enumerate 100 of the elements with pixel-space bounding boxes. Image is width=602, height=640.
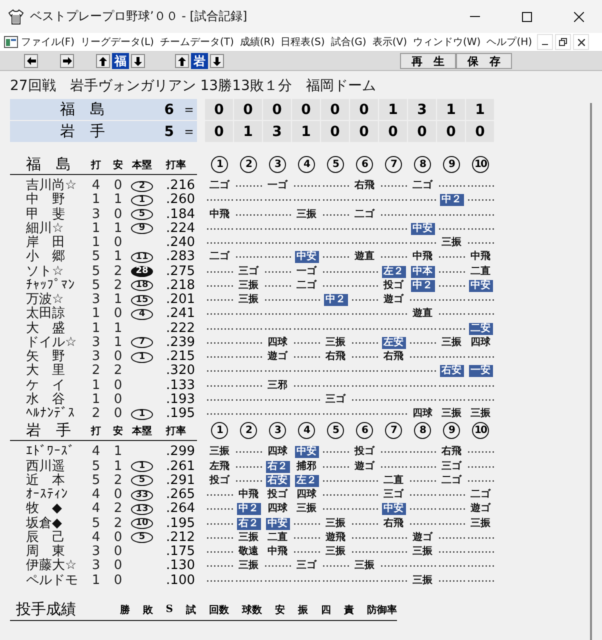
batting-average: .201 — [165, 293, 196, 308]
menu-item[interactable]: ウィンドウ(W) — [410, 33, 484, 51]
player-name[interactable]: 大 里 — [10, 364, 85, 378]
play-result: 三振 — [440, 336, 462, 349]
play-result: 四球 — [470, 336, 492, 349]
inning-score: 1 — [234, 121, 262, 142]
menu-item[interactable]: 日程表(S) — [278, 33, 328, 51]
menu-item[interactable]: リーグデータ(L) — [78, 33, 157, 51]
hits: 0 — [112, 378, 124, 393]
player-name[interactable]: 西川遥 — [10, 460, 85, 474]
at-bats: 4 — [90, 530, 102, 545]
player-name[interactable]: 岸 田 — [10, 236, 85, 250]
play-result: 三振 — [238, 560, 260, 572]
play-result: 二直 — [470, 266, 492, 278]
inning-number: 5 — [327, 156, 344, 173]
player-name[interactable]: 中 野 — [10, 193, 85, 208]
player-name[interactable]: 辰 己 — [10, 530, 85, 545]
column-header: 本塁 — [130, 424, 153, 438]
inning-score: 0 — [321, 121, 349, 142]
player-name[interactable]: 坂倉◆ — [10, 516, 85, 531]
player-name[interactable]: ｴﾄﾞﾜｰｽﾞ — [10, 445, 85, 460]
close-button[interactable] — [573, 34, 590, 50]
toolbar-button[interactable]: 再 生 — [400, 53, 456, 69]
column-header: S — [166, 604, 173, 616]
player-name[interactable]: ﾁｬｯﾌﾟﾏﾝ — [10, 278, 85, 293]
play-result: 右２ — [266, 460, 290, 473]
player-name[interactable]: 細川☆ — [10, 222, 85, 236]
player-name[interactable]: ドイル☆ — [10, 336, 85, 350]
play-result: 投ゴ — [266, 489, 289, 502]
at-bats: 2 — [90, 407, 102, 422]
batting-average: .260 — [165, 193, 196, 208]
player-name[interactable]: ｵｰｽﾃｨﾝ — [10, 488, 85, 502]
player-name[interactable]: 近 本 — [10, 474, 85, 488]
batting-average: .193 — [165, 392, 196, 407]
menu-item[interactable]: 成績(R) — [236, 33, 278, 51]
batting-average: .275 — [165, 264, 196, 279]
inning-number: 3 — [269, 422, 286, 440]
inning-score: 1 — [437, 99, 465, 120]
hits: 1 — [112, 193, 124, 208]
player-name[interactable]: 万波☆ — [10, 293, 85, 308]
column-header: 打率 — [164, 424, 187, 438]
player-name[interactable]: ケ イ — [10, 378, 85, 393]
batting-average: .195 — [165, 407, 196, 422]
player-name[interactable]: 大 盛 — [10, 322, 85, 336]
down-button[interactable] — [210, 54, 224, 68]
player-name[interactable]: 太田諒 — [10, 307, 85, 322]
previous-button[interactable] — [24, 54, 38, 68]
play-result: 投ゴ — [208, 474, 231, 487]
at-bats: 1 — [90, 307, 102, 322]
play-result: 三振 — [324, 518, 346, 530]
menu-item[interactable]: 表示(V) — [369, 33, 410, 51]
down-button[interactable] — [131, 54, 145, 68]
player-name[interactable]: 小 郷 — [10, 250, 85, 264]
at-bats: 5 — [90, 474, 102, 488]
next-button[interactable] — [60, 54, 74, 68]
inning-score: 0 — [321, 99, 349, 120]
play-result: 遊ゴ — [470, 503, 492, 516]
minimize-button[interactable] — [537, 34, 554, 50]
play-result: 左飛 — [208, 460, 230, 473]
menu-item[interactable]: ファイル(F) — [18, 33, 78, 51]
down-arrow-icon — [134, 56, 142, 66]
player-name[interactable]: 伊藤大☆ — [10, 559, 85, 574]
play-result: 遊飛 — [324, 532, 346, 544]
player-name[interactable]: 水 谷 — [10, 392, 85, 407]
team-button[interactable]: 福 — [112, 53, 129, 69]
window-title: ベストプレープロ野球’００ - [試合記録] — [30, 8, 248, 25]
play-result: 中飛 — [412, 251, 434, 264]
player-name[interactable]: 周 東 — [10, 545, 85, 560]
restore-button[interactable] — [555, 34, 572, 50]
toolbar-button[interactable]: 保 存 — [456, 53, 512, 69]
play-result: 三ゴ — [238, 266, 260, 278]
up-button[interactable] — [96, 54, 110, 68]
hits: 0 — [112, 559, 124, 574]
inning-score: 0 — [205, 121, 233, 142]
inning-number: 6 — [356, 156, 373, 173]
menu-item[interactable]: ヘルプ(H) — [484, 33, 536, 51]
scrollbar[interactable] — [590, 103, 592, 640]
team-name: 福 島 — [60, 100, 106, 119]
inning-score: 0 — [379, 121, 407, 142]
up-button[interactable] — [175, 54, 189, 68]
team-name: 岩 手 — [60, 122, 106, 141]
play-result: 三振 — [354, 560, 376, 572]
play-result: 左２ — [294, 474, 318, 487]
player-name[interactable]: 牧 ◆ — [10, 502, 85, 516]
play-result: 中本 — [410, 266, 434, 278]
inning-number: 10 — [472, 156, 489, 173]
inning-number: 4 — [298, 422, 315, 440]
player-name[interactable]: ﾍﾙﾅﾝﾃﾞｽ — [10, 407, 85, 422]
menu-item[interactable]: 試合(G) — [328, 33, 370, 51]
player-name[interactable]: 矢 野 — [10, 350, 85, 364]
player-name[interactable]: ペルドモ — [10, 574, 85, 588]
menu-item[interactable]: チームデータ(T) — [156, 33, 237, 51]
player-name[interactable]: ソト☆ — [10, 264, 85, 279]
hits: 1 — [112, 250, 124, 264]
player-name[interactable]: 吉川尚☆ — [10, 179, 85, 194]
hits: 2 — [112, 278, 124, 293]
play-result: 中２ — [236, 503, 260, 516]
inning-score: 0 — [292, 99, 320, 120]
player-name[interactable]: 甲 斐 — [10, 208, 85, 222]
team-button[interactable]: 岩 — [191, 53, 208, 69]
